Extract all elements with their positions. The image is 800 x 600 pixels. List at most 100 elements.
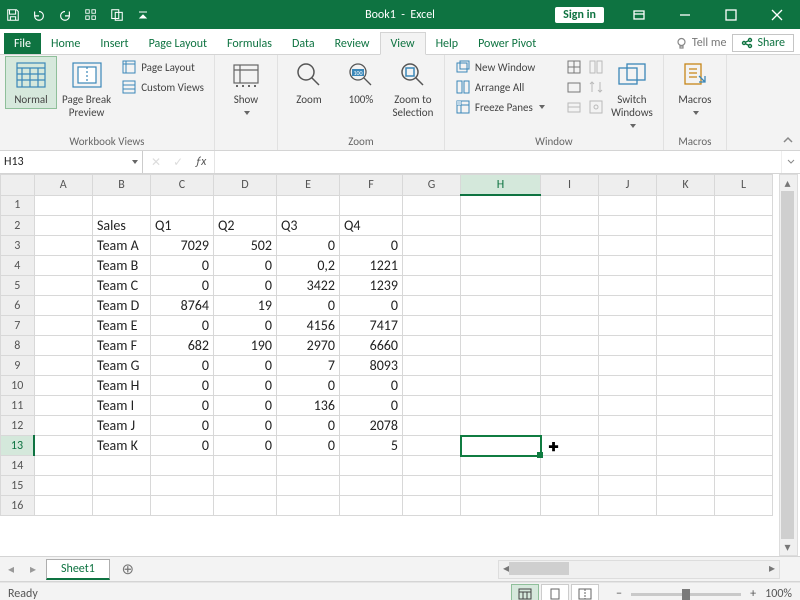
cell-H1[interactable] [461,195,541,216]
cell-H3[interactable] [461,236,541,256]
cell-I12[interactable] [541,416,599,436]
tab-power-pivot[interactable]: Power Pivot [468,33,546,54]
cell-E16[interactable] [277,496,340,516]
cell-E13[interactable]: 0 [277,436,340,456]
cell-A11[interactable] [34,396,93,416]
cell-L6[interactable] [715,296,773,316]
cell-H10[interactable] [461,376,541,396]
cell-L2[interactable] [715,216,773,236]
cell-I2[interactable] [541,216,599,236]
close-icon[interactable] [754,0,800,29]
cell-B5[interactable]: Team C [93,276,151,296]
cell-D8[interactable]: 190 [214,336,277,356]
cell-C14[interactable] [151,456,214,476]
cell-B12[interactable]: Team J [93,416,151,436]
cell-H9[interactable] [461,356,541,376]
unhide-button[interactable] [563,97,583,117]
cell-K12[interactable] [657,416,715,436]
cell-A1[interactable] [34,195,93,216]
cell-F10[interactable]: 0 [340,376,403,396]
row-header-11[interactable]: 11 [1,396,35,416]
cell-H13[interactable] [461,436,541,456]
row-header-9[interactable]: 9 [1,356,35,376]
minimize-icon[interactable] [662,0,708,29]
cell-J10[interactable] [599,376,657,396]
cell-G13[interactable] [403,436,461,456]
zoom-button[interactable]: Zoom [284,57,334,108]
cell-B8[interactable]: Team F [93,336,151,356]
cell-H8[interactable] [461,336,541,356]
freeze-panes-button[interactable]: Freeze Panes [451,97,561,117]
cell-J2[interactable] [599,216,657,236]
cell-C7[interactable]: 0 [151,316,214,336]
row-header-12[interactable]: 12 [1,416,35,436]
cell-C5[interactable]: 0 [151,276,214,296]
cell-H11[interactable] [461,396,541,416]
cell-K14[interactable] [657,456,715,476]
cell-A14[interactable] [34,456,93,476]
cell-G12[interactable] [403,416,461,436]
cell-I3[interactable] [541,236,599,256]
cell-G8[interactable] [403,336,461,356]
horizontal-scrollbar[interactable]: ◂ ▸ [498,560,780,579]
cell-K16[interactable] [657,496,715,516]
cell-C3[interactable]: 7029 [151,236,214,256]
cell-E14[interactable] [277,456,340,476]
cell-L3[interactable] [715,236,773,256]
col-header-C[interactable]: C [151,175,214,196]
cell-C9[interactable]: 0 [151,356,214,376]
cell-J12[interactable] [599,416,657,436]
cell-B15[interactable] [93,476,151,496]
ribbon-options-icon[interactable] [616,0,662,29]
col-header-E[interactable]: E [277,175,340,196]
sheet-nav-next-icon[interactable]: ▸ [22,562,44,577]
tab-insert[interactable]: Insert [90,33,138,54]
cell-G15[interactable] [403,476,461,496]
cell-J13[interactable] [599,436,657,456]
sync-scroll-button[interactable] [585,77,605,97]
cell-I4[interactable] [541,256,599,276]
cell-A15[interactable] [34,476,93,496]
cell-I14[interactable] [541,456,599,476]
col-header-H[interactable]: H [461,175,541,196]
cell-L11[interactable] [715,396,773,416]
qat-more-icon[interactable] [131,4,155,26]
cell-F3[interactable]: 0 [340,236,403,256]
cell-B10[interactable]: Team H [93,376,151,396]
cell-I11[interactable] [541,396,599,416]
cell-G5[interactable] [403,276,461,296]
cell-K3[interactable] [657,236,715,256]
name-box[interactable]: H13 [0,151,143,173]
cell-G3[interactable] [403,236,461,256]
col-header-F[interactable]: F [340,175,403,196]
cell-B2[interactable]: Sales [93,216,151,236]
cell-F14[interactable] [340,456,403,476]
vertical-scrollbar[interactable]: ▴ ▾ [779,174,798,556]
cell-D13[interactable]: 0 [214,436,277,456]
cell-F13[interactable]: 5 [340,436,403,456]
cell-F8[interactable]: 6660 [340,336,403,356]
hide-button[interactable] [563,77,583,97]
cell-D2[interactable]: Q2 [214,216,277,236]
cell-D15[interactable] [214,476,277,496]
cell-I10[interactable] [541,376,599,396]
cell-E11[interactable]: 136 [277,396,340,416]
row-header-13[interactable]: 13 [1,436,35,456]
cell-I6[interactable] [541,296,599,316]
tab-page-layout[interactable]: Page Layout [139,33,217,54]
cell-L14[interactable] [715,456,773,476]
cell-G4[interactable] [403,256,461,276]
cell-A7[interactable] [34,316,93,336]
tab-data[interactable]: Data [282,33,325,54]
col-header-D[interactable]: D [214,175,277,196]
scroll-thumb[interactable] [781,191,794,539]
col-header-B[interactable]: B [93,175,151,196]
cell-F4[interactable]: 1221 [340,256,403,276]
cancel-icon[interactable]: ✕ [151,155,161,170]
cell-J1[interactable] [599,195,657,216]
scroll-down-icon[interactable]: ▾ [780,539,795,555]
cell-B4[interactable]: Team B [93,256,151,276]
cell-I5[interactable] [541,276,599,296]
cell-J16[interactable] [599,496,657,516]
cell-K8[interactable] [657,336,715,356]
